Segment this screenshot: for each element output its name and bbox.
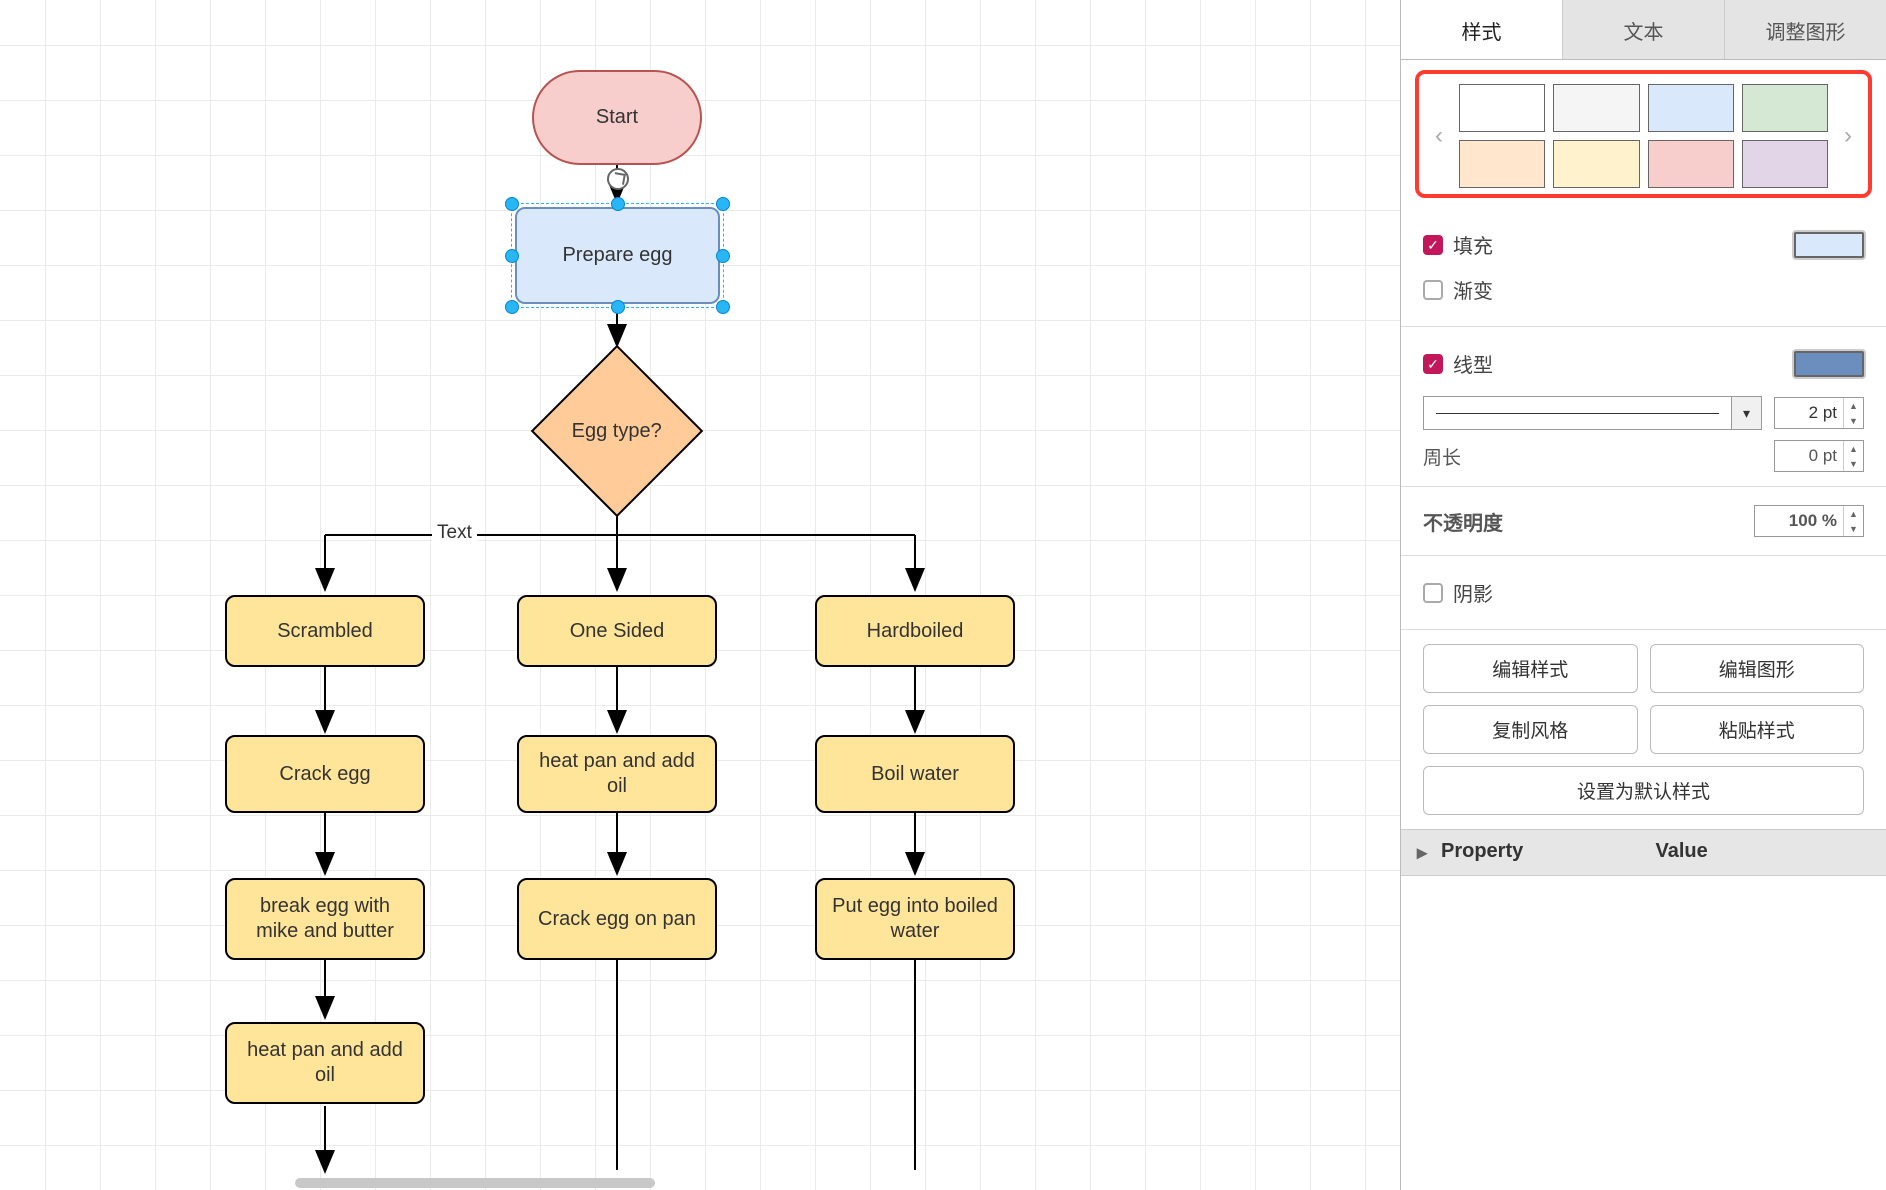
swatch-lightgreen[interactable] (1742, 84, 1828, 132)
resize-handle-ne[interactable] (716, 197, 730, 211)
node-break-egg-label: break egg with mike and butter (237, 894, 413, 944)
node-heat-pan-label: heat pan and add oil (529, 749, 705, 799)
line-weight-value: 2 pt (1775, 403, 1843, 423)
resize-handle-n[interactable] (611, 197, 625, 211)
node-scrambled-label: Scrambled (277, 619, 373, 644)
node-decision-label: Egg type? (572, 418, 662, 443)
perimeter-value: 0 pt (1775, 446, 1843, 466)
opacity-value: 100 % (1755, 511, 1843, 531)
format-panel: 样式 文本 调整图形 ‹ › (1400, 0, 1886, 1190)
gradient-checkbox-row[interactable]: 渐变 (1423, 275, 1493, 304)
node-boil-water-label: Boil water (871, 762, 959, 787)
node-heat-pan-2-label: heat pan and add oil (237, 1038, 413, 1088)
stepper-down-icon[interactable]: ▼ (1844, 521, 1863, 536)
diagram-canvas[interactable]: Start Prepare egg Egg type? Text Scrambl… (0, 0, 1400, 1190)
swatch-lightpurple[interactable] (1742, 140, 1828, 188)
resize-handle-e[interactable] (716, 249, 730, 263)
style-swatch-section: ‹ › (1401, 60, 1886, 208)
swatch-next-icon[interactable]: › (1836, 122, 1860, 150)
copy-style-button[interactable]: 复制风格 (1423, 705, 1638, 754)
fill-section: ✓ 填充 渐变 (1401, 208, 1886, 327)
resize-handle-se[interactable] (716, 300, 730, 314)
line-section: ✓ 线型 ▾ 2 pt ▲▼ 周长 0 pt ▲▼ (1401, 327, 1886, 487)
line-checkbox[interactable]: ✓ (1423, 354, 1443, 374)
edit-style-button[interactable]: 编辑样式 (1423, 644, 1638, 693)
node-put-egg[interactable]: Put egg into boiled water (815, 878, 1015, 960)
swatch-grid (1451, 84, 1836, 188)
node-one-sided[interactable]: One Sided (517, 595, 717, 667)
paste-style-button[interactable]: 粘贴样式 (1650, 705, 1865, 754)
swatch-lightorange[interactable] (1459, 140, 1545, 188)
stepper-up-icon[interactable]: ▲ (1844, 441, 1863, 456)
node-start[interactable]: Start (532, 70, 702, 165)
shadow-label: 阴影 (1453, 578, 1493, 607)
tab-style[interactable]: 样式 (1401, 0, 1563, 59)
line-color-well[interactable] (1794, 351, 1864, 377)
node-hardboiled-label: Hardboiled (867, 619, 964, 644)
shadow-checkbox[interactable] (1423, 583, 1443, 603)
node-put-egg-label: Put egg into boiled water (827, 894, 1003, 944)
opacity-label: 不透明度 (1423, 507, 1503, 536)
swatch-lightblue[interactable] (1648, 84, 1734, 132)
diagram: Start Prepare egg Egg type? Text Scrambl… (0, 0, 1400, 1190)
property-table-header[interactable]: ▸ Property Value (1401, 829, 1886, 876)
node-crack-on-pan[interactable]: Crack egg on pan (517, 878, 717, 960)
canvas-horizontal-scrollbar[interactable] (295, 1178, 655, 1188)
perimeter-stepper[interactable]: 0 pt ▲▼ (1774, 440, 1864, 472)
resize-handle-nw[interactable] (505, 197, 519, 211)
gradient-label: 渐变 (1453, 275, 1493, 304)
fill-checkbox[interactable]: ✓ (1423, 235, 1443, 255)
node-crack-egg-label: Crack egg (279, 762, 370, 787)
fill-checkbox-row[interactable]: ✓ 填充 (1423, 230, 1493, 259)
swatch-prev-icon[interactable]: ‹ (1427, 122, 1451, 150)
gradient-checkbox[interactable] (1423, 280, 1443, 300)
node-start-label: Start (596, 105, 638, 130)
expand-icon[interactable]: ▸ (1417, 840, 1435, 865)
shadow-section: 阴影 (1401, 556, 1886, 630)
line-checkbox-row[interactable]: ✓ 线型 (1423, 349, 1493, 378)
stepper-up-icon[interactable]: ▲ (1844, 398, 1863, 413)
edit-shape-button[interactable]: 编辑图形 (1650, 644, 1865, 693)
line-weight-stepper[interactable]: 2 pt ▲▼ (1774, 397, 1864, 429)
tab-arrange[interactable]: 调整图形 (1725, 0, 1886, 59)
value-column-header: Value (1656, 840, 1871, 865)
rotate-handle-icon[interactable] (607, 168, 629, 190)
resize-handle-w[interactable] (505, 249, 519, 263)
swatch-lightred[interactable] (1648, 140, 1734, 188)
node-hardboiled[interactable]: Hardboiled (815, 595, 1015, 667)
style-buttons: 编辑样式 编辑图形 复制风格 粘贴样式 设置为默认样式 (1401, 630, 1886, 829)
fill-label: 填充 (1453, 230, 1493, 259)
shadow-checkbox-row[interactable]: 阴影 (1423, 578, 1493, 607)
panel-tabs: 样式 文本 调整图形 (1401, 0, 1886, 60)
node-scrambled[interactable]: Scrambled (225, 595, 425, 667)
edge-label-text[interactable]: Text (432, 522, 477, 544)
line-label: 线型 (1453, 349, 1493, 378)
swatch-lightgray[interactable] (1553, 84, 1639, 132)
tab-text[interactable]: 文本 (1563, 0, 1725, 59)
node-heat-pan[interactable]: heat pan and add oil (517, 735, 717, 813)
chevron-down-icon: ▾ (1731, 397, 1761, 429)
opacity-section: 不透明度 100 % ▲▼ (1401, 487, 1886, 556)
property-column-header: Property (1441, 840, 1656, 865)
stepper-up-icon[interactable]: ▲ (1844, 506, 1863, 521)
swatch-white[interactable] (1459, 84, 1545, 132)
selection-outline (511, 203, 724, 308)
set-default-style-button[interactable]: 设置为默认样式 (1423, 766, 1864, 815)
node-boil-water[interactable]: Boil water (815, 735, 1015, 813)
resize-handle-sw[interactable] (505, 300, 519, 314)
perimeter-label: 周长 (1423, 443, 1461, 470)
node-heat-pan-2[interactable]: heat pan and add oil (225, 1022, 425, 1104)
node-one-sided-label: One Sided (570, 619, 665, 644)
fill-color-well[interactable] (1794, 232, 1864, 258)
node-crack-egg[interactable]: Crack egg (225, 735, 425, 813)
stepper-down-icon[interactable]: ▼ (1844, 456, 1863, 471)
opacity-stepper[interactable]: 100 % ▲▼ (1754, 505, 1864, 537)
resize-handle-s[interactable] (611, 300, 625, 314)
node-break-egg[interactable]: break egg with mike and butter (225, 878, 425, 960)
stepper-down-icon[interactable]: ▼ (1844, 413, 1863, 428)
swatch-highlight-box: ‹ › (1415, 70, 1872, 198)
swatch-lightyellow[interactable] (1553, 140, 1639, 188)
line-style-dropdown[interactable]: ▾ (1423, 396, 1762, 430)
node-crack-on-pan-label: Crack egg on pan (538, 907, 696, 932)
